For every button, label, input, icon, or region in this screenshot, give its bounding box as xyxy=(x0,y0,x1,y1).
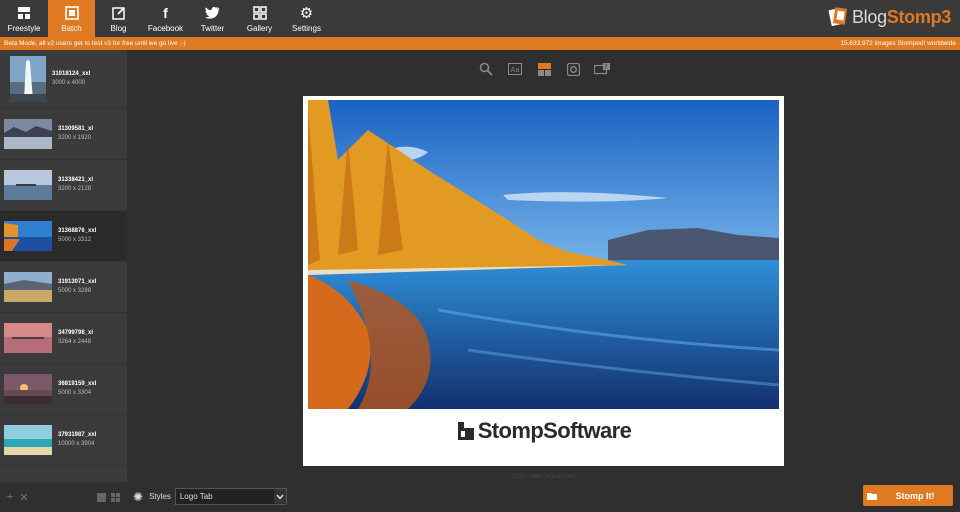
thumbnail-image xyxy=(4,119,52,149)
thumbnail-image xyxy=(4,323,52,353)
nav-gallery[interactable]: Gallery xyxy=(236,0,283,37)
nav-batch[interactable]: Batch xyxy=(48,0,95,37)
thumbnail-filename: 31338421_xl xyxy=(58,177,94,183)
preview-photo xyxy=(308,100,779,409)
freestyle-icon xyxy=(16,5,32,21)
stomp-counter: 15,633,972 images Stomped! worldwide xyxy=(840,40,956,47)
add-icon[interactable]: + xyxy=(4,491,16,503)
brand-text: StompSoftware xyxy=(477,418,632,443)
nav-settings[interactable]: ⚙ Settings xyxy=(283,0,330,37)
thumbnail-image xyxy=(4,374,52,404)
thumbnail-filename: 31368876_xxl xyxy=(58,228,97,234)
styles-gear-icon[interactable]: ✺ xyxy=(133,490,143,504)
styles-selected-value: Logo Tab xyxy=(179,492,213,501)
list-item[interactable]: 37931987_xxl 10000 x 3904 xyxy=(0,415,127,466)
remove-icon[interactable]: ✕ xyxy=(18,491,30,504)
thumbnail-filename: 31018124_xxl xyxy=(52,71,91,77)
stomp-it-button[interactable]: Stomp It! xyxy=(863,485,953,506)
batch-icon xyxy=(64,5,80,21)
thumbnail-meta: 31338421_xl 3200 x 2128 xyxy=(58,176,93,194)
list-view-icon[interactable] xyxy=(95,491,107,503)
thumbnail-meta: 37931987_xxl 10000 x 3904 xyxy=(58,431,96,449)
thumbnail-filename: 36819159_xxl xyxy=(58,381,97,387)
zoom-icon[interactable] xyxy=(478,61,494,77)
thumbnail-image xyxy=(4,272,52,302)
thumbnail-dimensions: 5000 x 3312 xyxy=(58,237,92,243)
blogstomp-logo: BlogStomp3 xyxy=(828,6,951,28)
gallery-icon xyxy=(252,5,268,21)
list-item[interactable]: 36819159_xxl 5000 x 3304 xyxy=(0,364,127,415)
thumbnail-filename: 34799798_xl xyxy=(58,330,94,336)
text-style-icon[interactable]: Aa xyxy=(507,61,523,77)
twitter-icon xyxy=(205,5,221,21)
beta-banner: Beta Mode, all v2 users get to test v3 f… xyxy=(0,37,960,50)
facebook-icon: f xyxy=(163,4,168,21)
view-size-note: 100% View (actual size) xyxy=(511,474,576,480)
nav-batch-label: Batch xyxy=(61,23,82,33)
nav-facebook[interactable]: f Facebook xyxy=(142,0,189,37)
beta-message: Beta Mode, all v2 users get to test v3 f… xyxy=(4,40,186,47)
nav-twitter[interactable]: Twitter xyxy=(189,0,236,37)
app-window: Freestyle Batch Blog f Facebook Twitter xyxy=(0,0,960,512)
preview-toolbar: Aa f xyxy=(478,61,610,77)
layout-icon[interactable] xyxy=(536,61,552,77)
thumbnail-dimensions: 3200 x 2128 xyxy=(58,186,92,192)
stomp-software-logo-icon xyxy=(457,422,474,440)
thumbnail-meta: 36819159_xxl 5000 x 3304 xyxy=(58,380,96,398)
thumbnail-image xyxy=(4,170,52,200)
thumbnail-meta: 31368876_xxl 5000 x 3312 xyxy=(58,227,96,245)
facebook-preview-icon[interactable]: f xyxy=(594,61,610,77)
nav-settings-label: Settings xyxy=(292,23,321,33)
top-nav: Freestyle Batch Blog f Facebook Twitter xyxy=(0,0,960,37)
thumbnail-image xyxy=(4,221,52,251)
grid-view-icon[interactable] xyxy=(109,491,121,503)
list-item[interactable]: 31368876_xxl 5000 x 3312 xyxy=(0,211,127,262)
preview-canvas: StompSoftware xyxy=(303,96,784,466)
stomp-it-label: Stomp It! xyxy=(895,490,935,501)
blog-icon xyxy=(111,5,127,21)
nav-facebook-label: Facebook xyxy=(147,23,184,33)
styles-select[interactable]: Logo Tab xyxy=(174,488,287,505)
stomp-logo-icon xyxy=(828,7,848,27)
list-item[interactable]: 31018124_xxl 3000 x 4000 xyxy=(0,50,127,109)
thumbnail-image xyxy=(10,56,46,102)
nav-blog[interactable]: Blog xyxy=(95,0,142,37)
thumbnail-meta: 31018124_xxl 3000 x 4000 xyxy=(52,70,90,88)
nav-twitter-label: Twitter xyxy=(200,23,225,33)
thumbnail-filename: 31309581_xl xyxy=(58,126,94,132)
nav-freestyle-label: Freestyle xyxy=(7,23,41,33)
list-item[interactable]: 34799798_xl 3264 x 2448 xyxy=(0,313,127,364)
thumbnail-meta: 31309581_xl 3200 x 1920 xyxy=(58,125,93,143)
thumbnail-dimensions: 5000 x 3288 xyxy=(58,288,92,294)
styles-bar: ✺ Styles Logo Tab xyxy=(133,488,287,505)
list-item[interactable]: 31309581_xl 3200 x 1920 xyxy=(0,109,127,160)
sidebar-footer: + ✕ xyxy=(0,482,127,512)
nav-gallery-label: Gallery xyxy=(246,23,273,33)
thumbnail-meta: 31913071_xxl 5000 x 3288 xyxy=(58,278,96,296)
list-item[interactable]: 31338421_xl 3200 x 2128 xyxy=(0,160,127,211)
thumbnail-dimensions: 3000 x 4000 xyxy=(52,80,86,86)
stomp-software-watermark: StompSoftware xyxy=(303,418,784,444)
thumbnail-dimensions: 3200 x 1920 xyxy=(58,135,92,141)
thumbnail-dimensions: 5000 x 3304 xyxy=(58,390,92,396)
thumbnail-meta: 34799798_xl 3264 x 2448 xyxy=(58,329,93,347)
styles-label: Styles xyxy=(149,492,171,501)
thumbnail-filename: 37931987_xxl xyxy=(58,432,97,438)
svg-text:Aa: Aa xyxy=(511,66,520,74)
gear-icon: ⚙ xyxy=(299,4,314,22)
image-list: 31018124_xxl 3000 x 4000 31309581_xl 320… xyxy=(0,50,127,482)
chevron-down-icon xyxy=(273,489,286,504)
thumbnail-image xyxy=(4,425,52,455)
logo-wordmark: BlogStomp3 xyxy=(851,6,951,27)
nav-freestyle[interactable]: Freestyle xyxy=(0,0,48,37)
thumbnail-dimensions: 3264 x 2448 xyxy=(58,339,92,345)
list-item[interactable]: 31913071_xxl 5000 x 3288 xyxy=(0,262,127,313)
instagram-icon[interactable] xyxy=(565,61,581,77)
thumbnail-filename: 31913071_xxl xyxy=(58,279,97,285)
folder-icon xyxy=(867,492,877,500)
thumbnail-dimensions: 10000 x 3904 xyxy=(58,441,95,447)
nav-blog-label: Blog xyxy=(110,23,127,33)
